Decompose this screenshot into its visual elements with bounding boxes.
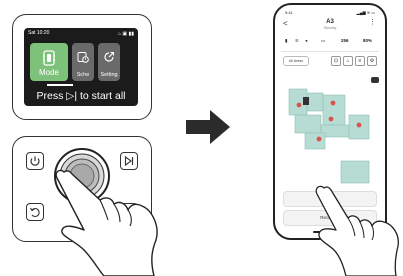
device-info-row: ▮ ≋ ◂ ▭ 256 80%: [281, 37, 379, 47]
schedule-icon: [77, 50, 89, 68]
more-icon[interactable]: ⋮: [369, 18, 376, 26]
tapping-hand-illustration: [315, 185, 399, 276]
area-value: 256: [341, 38, 349, 43]
tile-setting-label: Setting: [100, 72, 118, 78]
device-status-icons: ⌂ ▣ ▮▮: [117, 31, 134, 37]
list-icon[interactable]: ≡: [355, 56, 365, 66]
device-state: Standby: [323, 26, 337, 30]
back-button[interactable]: [26, 203, 44, 221]
tile-setting[interactable]: Setting: [98, 43, 120, 81]
device-screen: Sat 10:20 ⌂ ▣ ▮▮ Mode Sche Setting Press…: [24, 28, 138, 106]
tile-mode-label: Mode: [38, 68, 59, 77]
tile-schedule[interactable]: Sche: [72, 43, 94, 81]
edit-map-icon[interactable]: ⊡: [331, 56, 341, 66]
settings-icon[interactable]: ⚙: [367, 56, 377, 66]
power-button[interactable]: [26, 152, 44, 170]
device-prompt: Press ▷| to start all: [36, 90, 126, 102]
device-time: Sat 10:20: [28, 30, 50, 36]
tile-schedule-label: Sche: [76, 72, 90, 78]
volume-icon[interactable]: ◂: [305, 38, 307, 44]
area-filter-chip[interactable]: All Areas: [283, 56, 309, 66]
battery-value: 80%: [363, 38, 373, 43]
device-status-bar: Sat 10:20 ⌂ ▣ ▮▮: [24, 30, 138, 39]
phone-status-bar: 9:41 ▂▄▆ ≋ ▭: [285, 10, 375, 16]
mop-icon: ▭: [321, 38, 326, 43]
device-display-panel: Sat 10:20 ⌂ ▣ ▮▮ Mode Sche Setting Press…: [12, 14, 152, 120]
power-icon: [30, 156, 40, 166]
setting-icon: [103, 50, 115, 68]
pressing-hand-illustration: [55, 169, 158, 276]
tile-mode[interactable]: Mode: [30, 43, 68, 81]
phone-time: 9:41: [285, 10, 293, 15]
room-icon[interactable]: ⌂: [343, 56, 353, 66]
cleaning-map[interactable]: [279, 75, 381, 190]
back-icon: [30, 207, 40, 218]
wifi-icon: ≋: [295, 38, 299, 43]
map-toolbar: All Areas ⊡ ⌂ ≡ ⚙: [281, 56, 379, 66]
right-arrow-icon: [186, 110, 230, 144]
light-icon[interactable]: ▮: [285, 38, 287, 44]
divider: [281, 51, 379, 52]
active-tile-indicator: [47, 84, 73, 86]
phone-status-icons: ▂▄▆ ≋ ▭: [356, 10, 375, 15]
